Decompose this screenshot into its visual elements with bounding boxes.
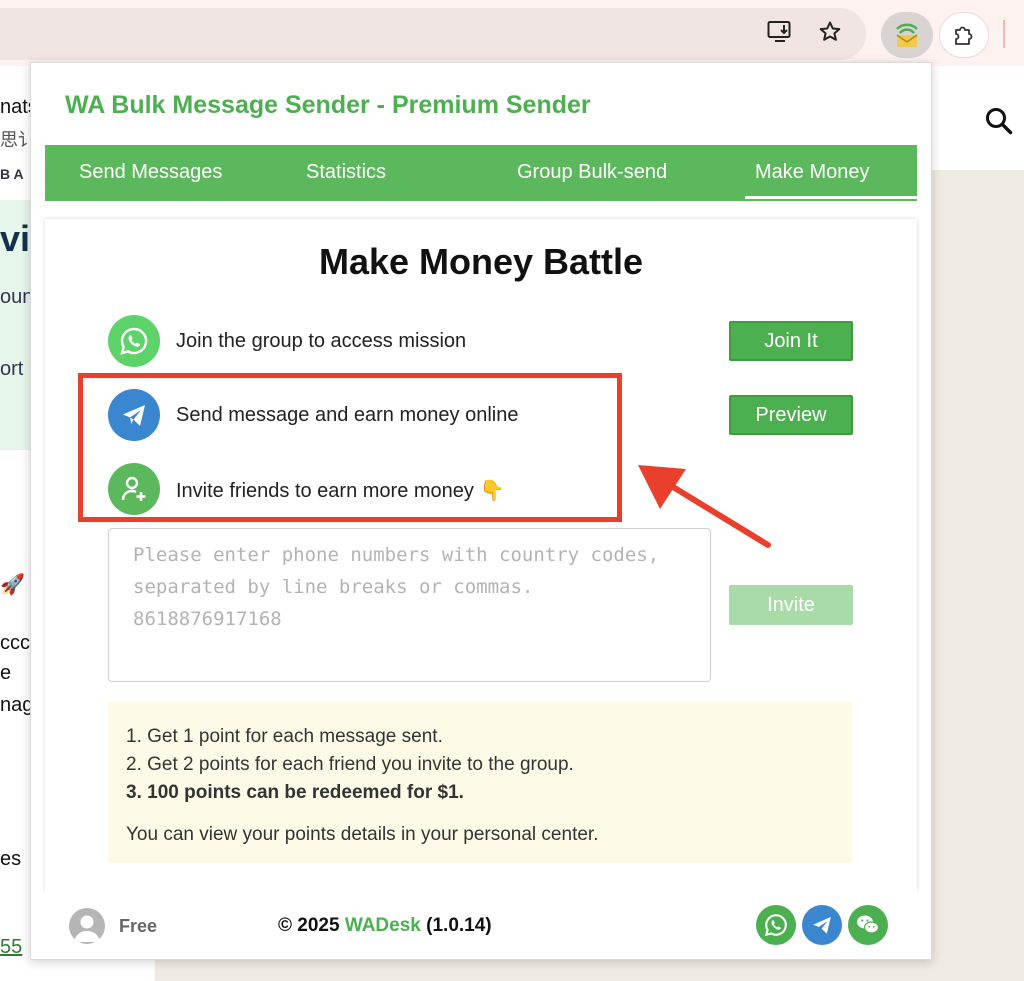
whatsapp-icon <box>108 315 160 367</box>
bg-text: 思讠 <box>0 130 30 150</box>
search-icon[interactable] <box>984 106 1014 141</box>
extensions-button[interactable] <box>939 12 989 58</box>
footer: Free © 2025 WADesk (1.0.14) <box>45 891 917 959</box>
whatsapp-icon[interactable] <box>756 905 796 945</box>
annotation-arrow <box>628 455 778 560</box>
install-app-icon[interactable] <box>766 18 794 46</box>
rule-item: 3. 100 points can be redeemed for $1. <box>126 782 464 803</box>
annotation-highlight-box <box>78 373 622 522</box>
address-bar[interactable] <box>0 8 866 60</box>
brand-link[interactable]: WADesk <box>345 915 421 936</box>
wa-extension-icon <box>894 21 920 54</box>
join-group-label: Join the group to access mission <box>176 330 467 352</box>
tab-group-bulk-send[interactable]: Group Bulk-send <box>517 161 667 184</box>
browser-toolbar <box>0 0 1024 66</box>
rule-item: 1. Get 1 point for each message sent. <box>126 726 443 747</box>
bg-text: oun <box>0 286 30 308</box>
bg-text: es <box>0 848 22 870</box>
tab-send-messages[interactable]: Send Messages <box>79 161 222 184</box>
bg-text: 🚀 <box>0 574 25 596</box>
chat-wallpaper <box>932 170 1024 981</box>
copyright: © 2025 WADesk (1.0.14) <box>278 915 492 937</box>
tab-statistics[interactable]: Statistics <box>306 161 386 184</box>
bg-text: nag <box>0 694 30 716</box>
version-label: (1.0.14) <box>426 915 492 936</box>
plan-label: Free <box>119 916 158 936</box>
points-rules-box: 1. Get 1 point for each message sent. 2.… <box>108 701 852 863</box>
avatar[interactable] <box>69 908 105 944</box>
telegram-icon[interactable] <box>802 905 842 945</box>
bg-text: e <box>0 662 12 684</box>
active-tab-indicator <box>745 196 917 199</box>
phone-numbers-input[interactable] <box>108 528 711 682</box>
tab-bar: Send Messages Statistics Group Bulk-send… <box>45 145 917 201</box>
bg-text: ort <box>0 358 24 380</box>
bg-text: vi <box>0 218 30 259</box>
copyright-prefix: © 2025 <box>278 915 340 936</box>
rule-item: 2. Get 2 points for each friend you invi… <box>126 754 574 775</box>
bg-text: B A <box>0 166 24 182</box>
invite-button[interactable]: Invite <box>729 585 853 625</box>
make-money-card: Make Money Battle Join the group to acce… <box>45 219 917 891</box>
app-title: WA Bulk Message Sender - Premium Sender <box>65 91 591 119</box>
bg-text: ccc <box>0 632 30 654</box>
page-title: Make Money Battle <box>318 241 644 282</box>
wa-extension-button[interactable] <box>881 12 933 58</box>
preview-button[interactable]: Preview <box>729 395 853 435</box>
bg-link[interactable]: 55 <box>0 936 22 959</box>
tab-make-money[interactable]: Make Money <box>755 161 870 184</box>
bookmark-star-icon[interactable] <box>816 18 844 46</box>
chat-wallpaper-bottom <box>155 960 1024 981</box>
background-page-left: nats 思讠 B A vi oun ort 🚀 ccc e nag es 55 <box>0 66 30 981</box>
join-it-button[interactable]: Join It <box>729 321 853 361</box>
bg-text: nats <box>0 96 30 118</box>
points-note: You can view your points details in your… <box>126 824 599 845</box>
toolbar-divider <box>1003 20 1005 48</box>
extensions-puzzle-icon <box>952 23 976 52</box>
wechat-icon[interactable] <box>848 905 888 945</box>
